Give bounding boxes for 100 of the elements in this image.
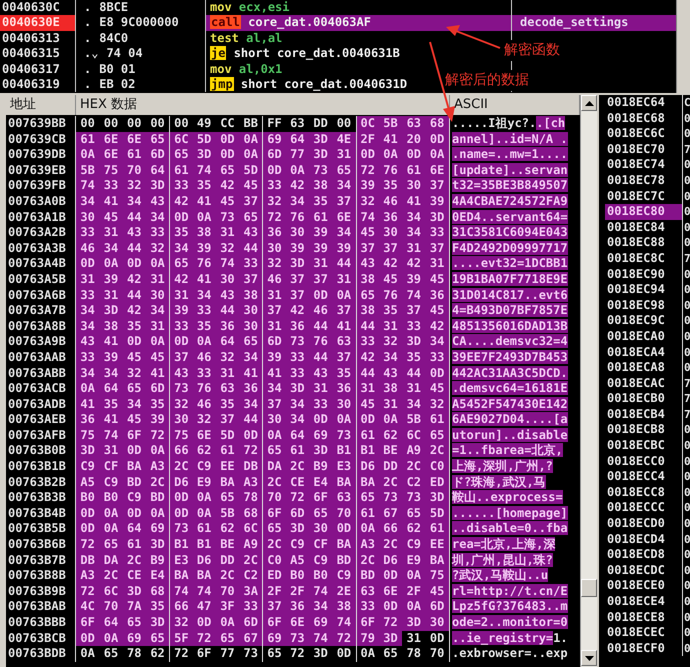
stack-value: 0 [683,625,690,641]
code-address[interactable]: 00406317 [0,62,76,77]
hex-byte: BB [242,116,259,132]
hex-byte: 42 [356,350,379,366]
hex-byte: 0A [192,506,216,522]
hex-byte: 0D [169,490,192,506]
hex-byte: 3D [308,132,332,148]
hex-byte: A3 [356,537,379,553]
ascii-text: 上海,深圳,广州,? [452,459,553,474]
scrollbar-track[interactable] [580,95,597,667]
instruction-mnemonic: mov [210,0,232,14]
hex-byte: 35 [378,178,402,194]
hex-byte: 44 [402,366,426,382]
hex-byte: 73 [286,334,309,350]
hex-byte: 34 [402,396,426,412]
hex-byte: 33 [192,303,216,319]
hex-byte: 64 [99,381,123,397]
hex-byte: 0A [239,132,262,148]
hex-byte: A3 [239,474,262,490]
hex-byte: 37 [239,272,262,288]
hex-byte: 42 [378,256,402,272]
hex-byte: 6F [76,615,100,631]
hex-byte: 65 [262,646,286,662]
hex-byte: 37 [239,194,262,210]
hex-byte: 45 [99,210,123,226]
scrollbar-thumb[interactable] [581,579,597,597]
stack-address: 0018EC64 [605,95,683,111]
hex-byte: 38 [192,225,216,241]
hex-byte: 30 [425,615,449,631]
hex-byte: B1 [356,443,379,460]
selected-line-highlight[interactable]: call core_dat.004063AF decode_settings [206,15,676,31]
hex-byte: 66 [169,599,192,615]
hex-byte: 34 [99,240,123,256]
stack-value: 0 [683,220,690,236]
hex-byte: 5B [76,162,100,178]
hex-byte: DB [239,459,262,475]
hex-byte: 33 [76,288,100,304]
hex-byte: DB [76,552,100,568]
hex-byte: 5D [425,506,449,522]
hex-byte: 0D [356,147,379,163]
hex-byte: 0D [262,162,286,178]
code-address[interactable]: 00406319 [0,76,76,92]
hex-byte: 65 [122,381,146,397]
hex-byte: 0D [169,210,192,226]
ascii-text: 圳,广州,昆山,珠? [452,552,553,567]
hex-byte: 0D [76,506,100,522]
hex-byte: 34 [76,318,100,334]
hex-byte: 3D [286,256,309,272]
hex-byte: 3D [402,334,426,350]
hex-byte: 39 [146,412,170,428]
hex-byte: 38 [332,599,356,615]
hex-byte: 44 [122,210,146,226]
instruction-mnemonic: je [210,46,226,60]
ascii-text: ?武汉,马鞍山..u [452,568,548,582]
hex-byte: 37 [332,194,356,210]
up-arrow-icon [584,100,594,106]
hex-byte: 2F [262,584,286,600]
hex-byte: 0A [76,381,100,397]
scroll-down-button[interactable] [581,650,597,666]
stack-address: 0018EC68 [605,110,683,126]
ascii-text: .[ch [536,116,566,130]
hex-byte: 00 [79,116,96,132]
hex-byte: 31 [169,288,192,304]
hex-byte: 61 [76,132,100,148]
hex-byte: C9 [402,537,426,553]
code-address[interactable]: 00406313 [0,30,76,46]
ascii-text: F4D2492D09997717 [452,240,568,255]
hex-byte: BA [425,552,449,568]
hex-byte: 33 [286,366,309,382]
hex-byte: 31 [308,381,332,397]
hex-byte: 3D [286,381,309,397]
code-address[interactable]: 00406315 [0,46,76,62]
hex-byte: C9 [192,459,216,475]
scrollbar-track[interactable] [676,0,690,93]
hex-byte: 31 [99,225,123,241]
hex-byte: CC [219,116,236,132]
stack-value: 0 [683,313,690,329]
hex-byte: 41 [99,412,123,428]
hex-byte: 0A [378,147,402,163]
hex-byte: 34 [122,396,146,412]
ascii-text: Lpz5fG?376483..m [452,599,568,614]
hex-byte: 33 [402,318,426,334]
hex-byte: 36 [425,288,449,304]
hex-byte: 0D [192,615,216,631]
hex-byte: 65 [262,521,286,538]
hex-byte: 0A [425,147,449,163]
scroll-up-button[interactable] [581,95,597,111]
hex-byte: 34 [99,366,123,382]
hex-byte: 6C [239,521,262,538]
hex-byte: 31 [99,443,123,460]
hex-byte: 45 [356,396,379,412]
hex-byte: 64 [216,334,240,350]
hex-byte: 70 [99,599,123,615]
stack-address: 0018ECD0 [605,516,683,532]
hex-byte: 37 [402,303,426,319]
ascii-text: 31C3581C6094E043 [452,225,568,240]
hex-byte: 6E [286,615,309,631]
hex-byte: 2C [262,474,286,490]
hex-byte: 65 [332,162,356,178]
hex-byte: 35 [192,178,216,194]
